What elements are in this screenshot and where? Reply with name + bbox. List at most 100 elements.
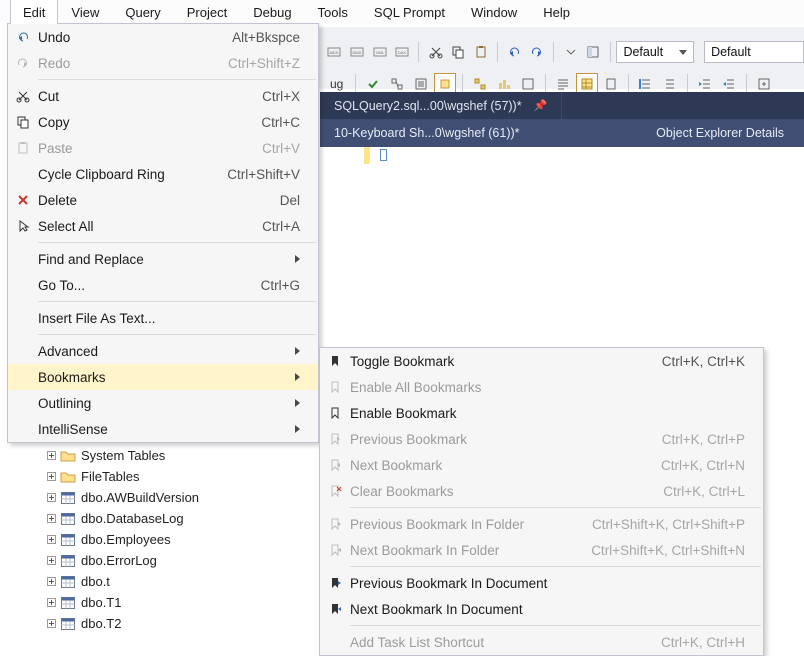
expander-plus-icon[interactable] bbox=[46, 534, 57, 545]
bookmarks-menu-item-clear-bookmarks: Clear BookmarksCtrl+K, Ctrl+L bbox=[320, 478, 763, 504]
edit-menu-item-label: Outlining bbox=[38, 396, 283, 411]
tree-node-filetables[interactable]: FileTables bbox=[16, 466, 312, 487]
edit-menu-item-label: Redo bbox=[38, 56, 204, 71]
tree-node-dbo-t2[interactable]: dbo.T2 bbox=[16, 613, 312, 634]
mainmenu-item-project[interactable]: Project bbox=[174, 0, 240, 24]
bookmarks-menu-item-shortcut: Ctrl+K, Ctrl+N bbox=[637, 458, 745, 473]
toolbar-divider bbox=[610, 42, 611, 62]
mainmenu-item-window[interactable]: Window bbox=[458, 0, 530, 24]
bookmarks-menu-item-label: Next Bookmark In Document bbox=[350, 602, 745, 617]
paste-icon[interactable] bbox=[471, 41, 492, 63]
bmnext-icon bbox=[320, 458, 350, 472]
tree-node-dbo-errorlog[interactable]: dbo.ErrorLog bbox=[16, 550, 312, 571]
edit-menu-item-copy[interactable]: CopyCtrl+C bbox=[8, 109, 318, 135]
redo-icon[interactable] bbox=[527, 41, 548, 63]
toolbar-icon-dax[interactable]: DAX bbox=[392, 41, 413, 63]
edit-menu-item-intellisense[interactable]: IntelliSense bbox=[8, 416, 318, 442]
pin-icon[interactable]: 📌 bbox=[534, 99, 548, 112]
submenu-arrow-icon bbox=[295, 347, 300, 355]
expander-plus-icon[interactable] bbox=[46, 576, 57, 587]
tree-node-dbo-databaselog[interactable]: dbo.DatabaseLog bbox=[16, 508, 312, 529]
toolbar-divider bbox=[687, 74, 688, 94]
bookmarks-menu-separator bbox=[350, 507, 761, 508]
doctab-active[interactable]: SQLQuery2.sql...00\wgshef (57))* 📌 bbox=[320, 92, 562, 119]
edit-menu-item-go-to[interactable]: Go To...Ctrl+G bbox=[8, 272, 318, 298]
expander-plus-icon[interactable] bbox=[46, 450, 57, 461]
bookmarks-menu-item-previous-bookmark-in-document[interactable]: Previous Bookmark In Document bbox=[320, 570, 763, 596]
bookmarks-menu-item-shortcut: Ctrl+K, Ctrl+K bbox=[638, 354, 745, 369]
mainmenu-item-debug[interactable]: Debug bbox=[240, 0, 304, 24]
bookmarks-menu-item-shortcut: Ctrl+K, Ctrl+H bbox=[637, 635, 745, 650]
bookmarks-menu-item-next-bookmark-in-document[interactable]: Next Bookmark In Document bbox=[320, 596, 763, 622]
edit-menu-item-select-all[interactable]: Select AllCtrl+A bbox=[8, 213, 318, 239]
expander-plus-icon[interactable] bbox=[46, 555, 57, 566]
toolbar-divider bbox=[545, 74, 546, 94]
redo-icon bbox=[8, 56, 38, 70]
mainmenu-item-sql-prompt[interactable]: SQL Prompt bbox=[361, 0, 458, 24]
tree-node-dbo-awbuildversion[interactable]: dbo.AWBuildVersion bbox=[16, 487, 312, 508]
edit-menu-item-shortcut: Ctrl+V bbox=[238, 141, 300, 156]
doctab-bar-secondary: 10-Keyboard Sh...0\wgshef (61))* Object … bbox=[320, 119, 804, 147]
edit-menu-item-cut[interactable]: CutCtrl+X bbox=[8, 83, 318, 109]
tree-node-system-tables[interactable]: System Tables bbox=[16, 445, 312, 466]
bookmarks-submenu: Toggle BookmarkCtrl+K, Ctrl+KEnable All … bbox=[319, 347, 764, 656]
editor-caret bbox=[380, 149, 387, 161]
edit-menu-item-bookmarks[interactable]: Bookmarks bbox=[8, 364, 318, 390]
svg-text:MDX: MDX bbox=[330, 50, 339, 55]
svg-text:DAX: DAX bbox=[398, 50, 407, 55]
object-explorer-tree[interactable]: TablesSystem TablesFileTablesdbo.AWBuild… bbox=[16, 424, 312, 649]
bmtoggle-icon bbox=[320, 354, 350, 368]
chevron-down-icon bbox=[679, 50, 687, 55]
doctab-secondary[interactable]: 10-Keyboard Sh...0\wgshef (61))* bbox=[320, 126, 534, 140]
tree-node-label: FileTables bbox=[79, 469, 140, 484]
edit-menu-item-shortcut: Ctrl+A bbox=[238, 219, 300, 234]
edit-menu-item-delete[interactable]: DeleteDel bbox=[8, 187, 318, 213]
expander-plus-icon[interactable] bbox=[46, 618, 57, 629]
edit-menu-item-undo[interactable]: UndoAlt+Bkspce bbox=[8, 24, 318, 50]
tree-node-dbo-employees[interactable]: dbo.Employees bbox=[16, 529, 312, 550]
edit-menu-item-outlining[interactable]: Outlining bbox=[8, 390, 318, 416]
toolbar-divider bbox=[553, 42, 554, 62]
mainmenu-item-label: Query bbox=[125, 5, 160, 20]
bookmarks-menu-item-enable-bookmark[interactable]: Enable Bookmark bbox=[320, 400, 763, 426]
mainmenu-item-view[interactable]: View bbox=[58, 0, 112, 24]
tree-node-label: dbo.t bbox=[79, 574, 110, 589]
toolbar-icon-mdx[interactable]: MDX bbox=[324, 41, 345, 63]
expander-plus-icon[interactable] bbox=[46, 492, 57, 503]
toolbar-icon-layout[interactable] bbox=[583, 41, 604, 63]
toolbar-icon-xmla[interactable]: XML bbox=[369, 41, 390, 63]
mainmenu-item-tools[interactable]: Tools bbox=[305, 0, 361, 24]
tree-node-label: dbo.AWBuildVersion bbox=[79, 490, 199, 505]
mainmenu-item-label: Edit bbox=[23, 5, 45, 20]
cursor-icon bbox=[8, 219, 38, 233]
toolbar-combo-2[interactable]: Default bbox=[704, 41, 804, 63]
edit-menu-item-cycle-clipboard-ring[interactable]: Cycle Clipboard RingCtrl+Shift+V bbox=[8, 161, 318, 187]
copy-icon[interactable] bbox=[448, 41, 469, 63]
cut-icon[interactable] bbox=[425, 41, 446, 63]
tree-node-dbo-t1[interactable]: dbo.T1 bbox=[16, 592, 312, 613]
toolbar-divider bbox=[418, 42, 419, 62]
expander-plus-icon[interactable] bbox=[46, 597, 57, 608]
tree-node-label: dbo.T1 bbox=[79, 595, 121, 610]
toolbar-icon-dmx[interactable]: DMX bbox=[347, 41, 368, 63]
undo-icon[interactable] bbox=[504, 41, 525, 63]
expander-plus-icon[interactable] bbox=[46, 513, 57, 524]
doctab-object-explorer-details[interactable]: Object Explorer Details bbox=[642, 126, 804, 140]
edit-menu-item-insert-file-as-text[interactable]: Insert File As Text... bbox=[8, 305, 318, 331]
mainmenu-item-help[interactable]: Help bbox=[530, 0, 583, 24]
tree-node-dbo-t[interactable]: dbo.t bbox=[16, 571, 312, 592]
mainmenu-item-query[interactable]: Query bbox=[112, 0, 173, 24]
edit-menu-item-shortcut: Ctrl+G bbox=[237, 278, 300, 293]
copy-icon bbox=[8, 115, 38, 129]
edit-menu-item-advanced[interactable]: Advanced bbox=[8, 338, 318, 364]
edit-menu-item-find-and-replace[interactable]: Find and Replace bbox=[8, 246, 318, 272]
edit-menu-item-label: Paste bbox=[38, 141, 238, 156]
toolbar-combo-1[interactable]: Default bbox=[616, 41, 694, 63]
toolbar-icon-caretdown[interactable] bbox=[560, 41, 581, 63]
doctab-secondary-label: 10-Keyboard Sh...0\wgshef (61))* bbox=[334, 126, 520, 140]
bookmarks-menu-item-label: Previous Bookmark In Folder bbox=[350, 517, 568, 532]
mainmenu-item-edit[interactable]: Edit bbox=[10, 0, 58, 24]
cut-icon bbox=[8, 89, 38, 103]
bookmarks-menu-item-toggle-bookmark[interactable]: Toggle BookmarkCtrl+K, Ctrl+K bbox=[320, 348, 763, 374]
expander-plus-icon[interactable] bbox=[46, 471, 57, 482]
